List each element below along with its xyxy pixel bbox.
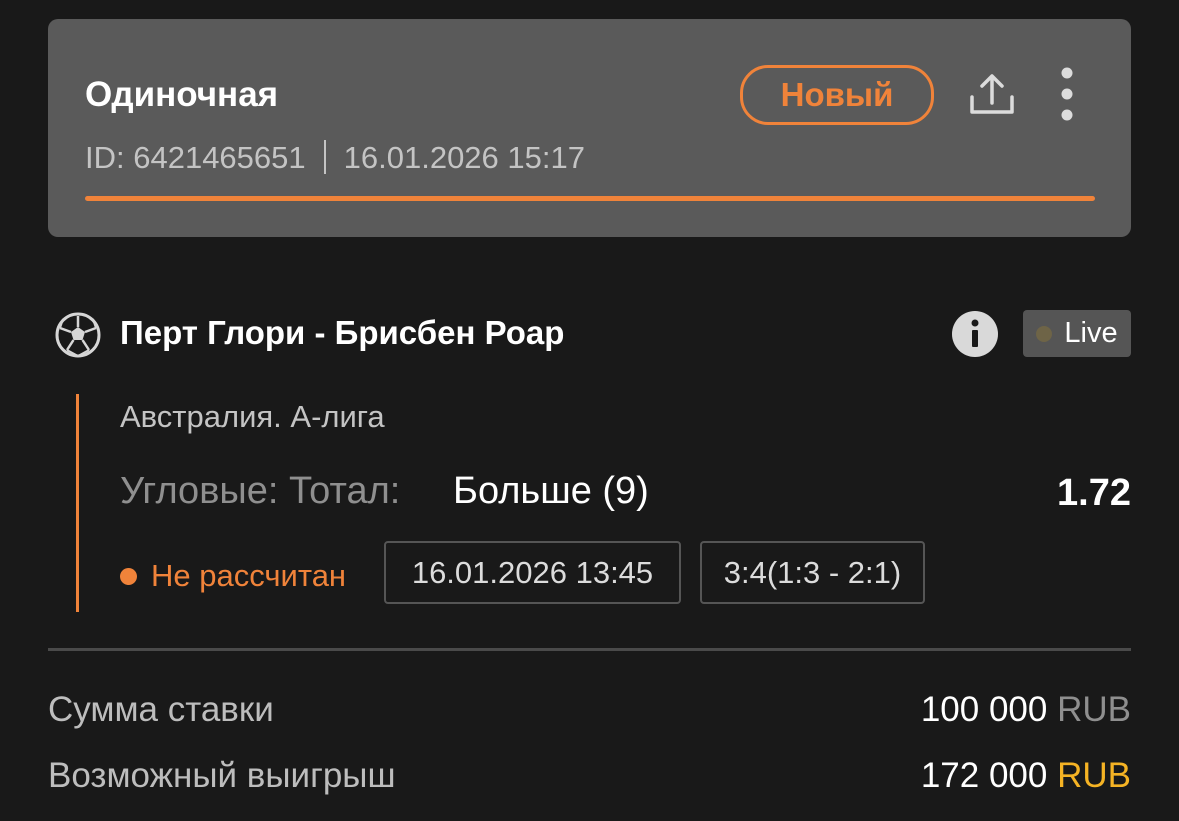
settlement-status: Не рассчитан bbox=[120, 558, 346, 594]
football-icon bbox=[55, 312, 101, 358]
bet-header-card: Одиночная ID: 6421465651 16.01.2026 15:17… bbox=[48, 19, 1131, 237]
event-accent-line bbox=[76, 394, 79, 612]
live-label: Live bbox=[1064, 317, 1118, 349]
bet-type-title: Одиночная bbox=[85, 75, 279, 114]
win-currency: RUB bbox=[1057, 756, 1131, 795]
more-options-button[interactable] bbox=[1050, 65, 1084, 123]
status-progress-bar bbox=[85, 196, 1095, 201]
meta-separator bbox=[323, 139, 326, 174]
league-name: Австралия. А-лига bbox=[120, 399, 385, 434]
live-badge: Live bbox=[1023, 310, 1131, 357]
stake-label: Сумма ставки bbox=[48, 690, 274, 729]
win-value: 172 000 RUB bbox=[921, 756, 1131, 796]
status-badge: Новый bbox=[740, 65, 934, 125]
share-button[interactable] bbox=[966, 69, 1018, 119]
share-icon bbox=[970, 74, 1014, 114]
score-chip: 3:4(1:3 - 2:1) bbox=[700, 541, 925, 604]
stake-value: 100 000 RUB bbox=[921, 690, 1131, 730]
bet-datetime: 16.01.2026 15:17 bbox=[343, 140, 585, 175]
match-title[interactable]: Перт Глори - Брисбен Роар bbox=[120, 314, 564, 352]
bet-id: ID: 6421465651 bbox=[85, 140, 306, 175]
more-vertical-icon bbox=[1061, 67, 1073, 121]
odds-value: 1.72 bbox=[1057, 472, 1131, 514]
settlement-dot bbox=[120, 567, 137, 585]
win-amount: 172 000 bbox=[920, 756, 1048, 795]
info-icon[interactable] bbox=[951, 310, 999, 358]
stake-currency: RUB bbox=[1057, 690, 1131, 729]
settlement-label: Не рассчитан bbox=[151, 558, 347, 593]
stake-amount: 100 000 bbox=[920, 690, 1048, 729]
event-datetime-chip: 16.01.2026 13:45 bbox=[384, 541, 681, 604]
live-indicator-dot bbox=[1036, 325, 1053, 342]
section-divider bbox=[48, 648, 1131, 651]
market-label: Угловые: Тотал: bbox=[120, 470, 401, 512]
bet-meta: ID: 6421465651 16.01.2026 15:17 bbox=[85, 139, 585, 177]
selection-label: Больше (9) bbox=[453, 470, 649, 512]
win-label: Возможный выигрыш bbox=[48, 756, 396, 795]
